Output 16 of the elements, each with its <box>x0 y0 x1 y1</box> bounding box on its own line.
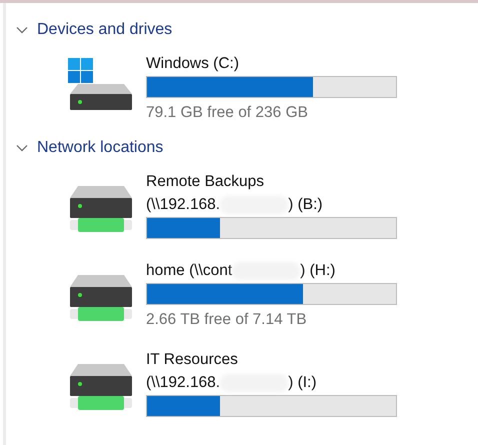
chevron-icon[interactable] <box>16 144 28 152</box>
chevron-icon[interactable] <box>16 26 28 34</box>
free-space-text: 2.66 TB free of 7.14 TB <box>146 311 308 329</box>
drive-name[interactable]: ) (B:) <box>288 193 323 216</box>
section-title[interactable]: Network locations <box>37 139 164 157</box>
drive-name[interactable]: home (\\cont <box>146 259 232 282</box>
free-space-text: 79.1 GB free of 236 GB <box>146 104 309 122</box>
drive-name[interactable]: Windows (C:) <box>146 52 240 75</box>
drive-name[interactable]: ) (I:) <box>288 371 317 394</box>
drive-name[interactable]: IT Resources <box>146 348 238 371</box>
drive-name[interactable]: ) (H:) <box>300 259 336 282</box>
section-title[interactable]: Devices and drives <box>37 21 172 39</box>
drive-name[interactable]: (\\192.168. <box>146 193 220 216</box>
drive-name[interactable]: (\\192.168. <box>146 371 220 394</box>
drive-icon <box>68 58 134 112</box>
drive-name[interactable]: Remote Backups <box>146 170 264 193</box>
